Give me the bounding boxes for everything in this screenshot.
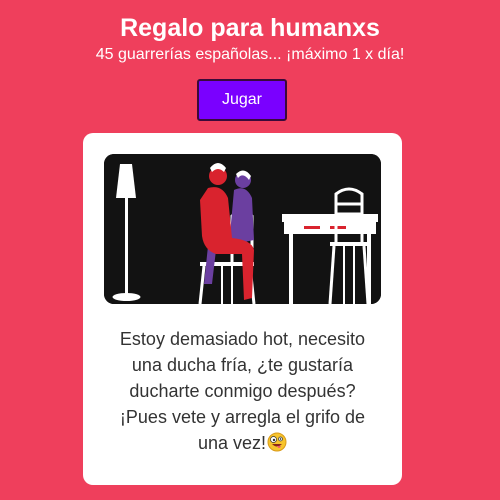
message-line: una ducha fría, ¿te gustaría <box>131 355 354 375</box>
message-line-last: una vez! <box>97 430 388 456</box>
message-line: Estoy demasiado hot, necesito <box>119 329 366 349</box>
message-line: ¡Pues vete y arregla el grifo de <box>119 407 366 427</box>
message-text: Estoy demasiado hot, necesito una ducha … <box>97 326 388 456</box>
message-line: ducharte conmigo después? <box>129 381 356 401</box>
message-card: Estoy demasiado hot, necesito una ducha … <box>83 133 402 485</box>
message-line: una vez! <box>197 433 267 453</box>
play-button[interactable]: Jugar <box>197 79 287 121</box>
couple-on-chair-illustration <box>104 154 381 304</box>
page-title: Regalo para humanxs <box>120 14 380 42</box>
page-subtitle: 45 guarrerías españolas... ¡máximo 1 x d… <box>95 46 405 63</box>
header: Regalo para humanxs 45 guarrerías españo… <box>0 12 500 66</box>
zany-face-emoji-icon <box>267 432 287 452</box>
